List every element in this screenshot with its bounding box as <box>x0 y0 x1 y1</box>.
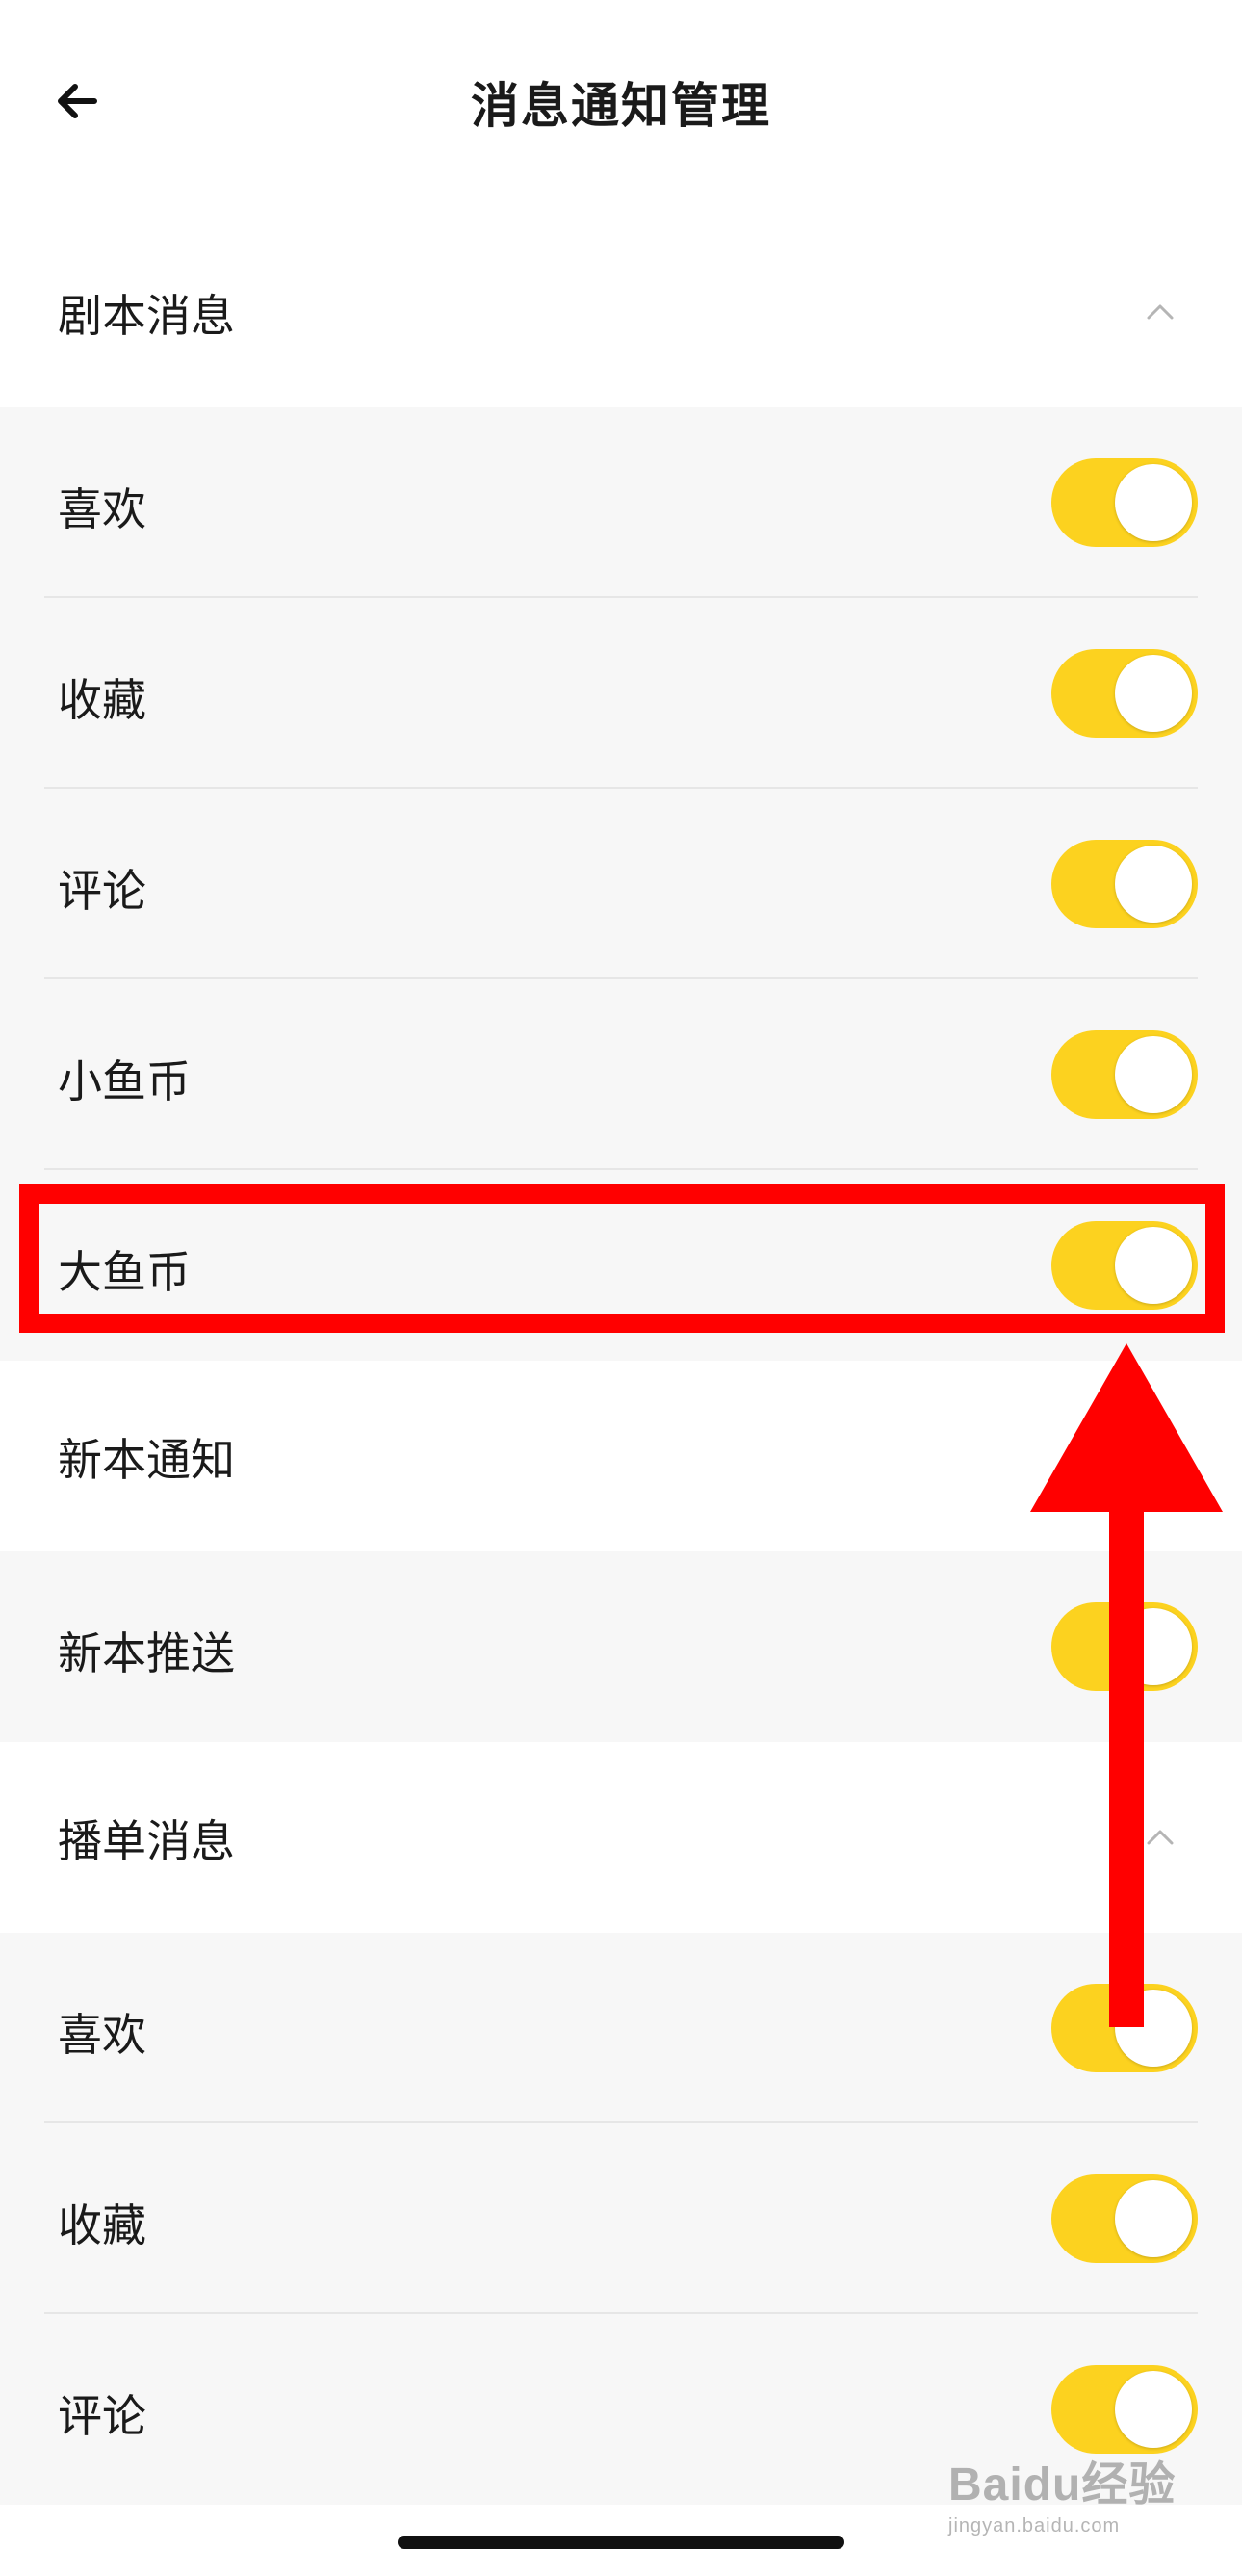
toggle-knob <box>1115 2180 1192 2257</box>
section-header-playlist-messages[interactable]: 播单消息 <box>0 1742 1242 1933</box>
like-toggle[interactable] <box>1051 458 1198 547</box>
playlist-favorite-toggle[interactable] <box>1051 2174 1198 2263</box>
list-item-label: 收藏 <box>58 2199 146 2251</box>
section-header-new-script-notice: 新本通知 <box>0 1361 1242 1551</box>
list-item-label: 新本推送 <box>58 1627 235 1679</box>
section-header-script-messages[interactable]: 剧本消息 <box>0 217 1242 407</box>
list-item-like: 喜欢 <box>0 407 1242 598</box>
list-item-big-fish-coin: 大鱼币 <box>0 1170 1242 1361</box>
list-item-playlist-favorite: 收藏 <box>0 2123 1242 2314</box>
list-item-small-fish-coin: 小鱼币 <box>0 979 1242 1170</box>
toggle-knob <box>1115 655 1192 732</box>
section-title: 剧本消息 <box>58 290 235 342</box>
list-item-label: 喜欢 <box>58 2009 146 2061</box>
section-title: 新本通知 <box>58 1434 235 1486</box>
comment-toggle[interactable] <box>1051 840 1198 928</box>
list-item-new-script-push: 新本推送 <box>0 1551 1242 1742</box>
list-item-label: 评论 <box>58 865 146 917</box>
list-item-label: 大鱼币 <box>58 1246 191 1298</box>
toggle-knob <box>1115 1608 1192 1685</box>
small-fish-coin-toggle[interactable] <box>1051 1030 1198 1119</box>
list-item-label: 收藏 <box>58 674 146 726</box>
watermark-url: jingyan.baidu.com <box>948 2515 1121 2537</box>
top-bar: 消息通知管理 <box>0 0 1242 202</box>
toggle-knob <box>1115 1036 1192 1113</box>
toggle-knob <box>1115 846 1192 923</box>
chevron-up-icon <box>1147 304 1174 320</box>
list-item-playlist-comment: 评论 <box>0 2314 1242 2505</box>
playlist-like-toggle[interactable] <box>1051 1984 1198 2072</box>
chevron-up-icon <box>1147 1830 1174 1845</box>
toggle-knob <box>1115 1227 1192 1304</box>
playlist-comment-toggle[interactable] <box>1051 2365 1198 2454</box>
list-item-comment: 评论 <box>0 789 1242 979</box>
new-script-push-toggle[interactable] <box>1051 1602 1198 1691</box>
list-item-label: 喜欢 <box>58 483 146 535</box>
toggle-knob <box>1115 1990 1192 2067</box>
big-fish-coin-toggle[interactable] <box>1051 1221 1198 1310</box>
list-item-favorite: 收藏 <box>0 598 1242 789</box>
list-item-playlist-like: 喜欢 <box>0 1933 1242 2123</box>
favorite-toggle[interactable] <box>1051 649 1198 738</box>
list-item-label: 评论 <box>58 2390 146 2442</box>
section-title: 播单消息 <box>58 1815 235 1867</box>
page-title: 消息通知管理 <box>471 78 771 134</box>
list-item-label: 小鱼币 <box>58 1055 191 1107</box>
settings-list: 剧本消息 喜欢 收藏 评论 小鱼币 大鱼币 新本通知 新本推送 播单消息 喜欢 … <box>0 217 1242 2505</box>
toggle-knob <box>1115 2371 1192 2448</box>
toggle-knob <box>1115 464 1192 541</box>
home-indicator[interactable] <box>398 2536 844 2549</box>
